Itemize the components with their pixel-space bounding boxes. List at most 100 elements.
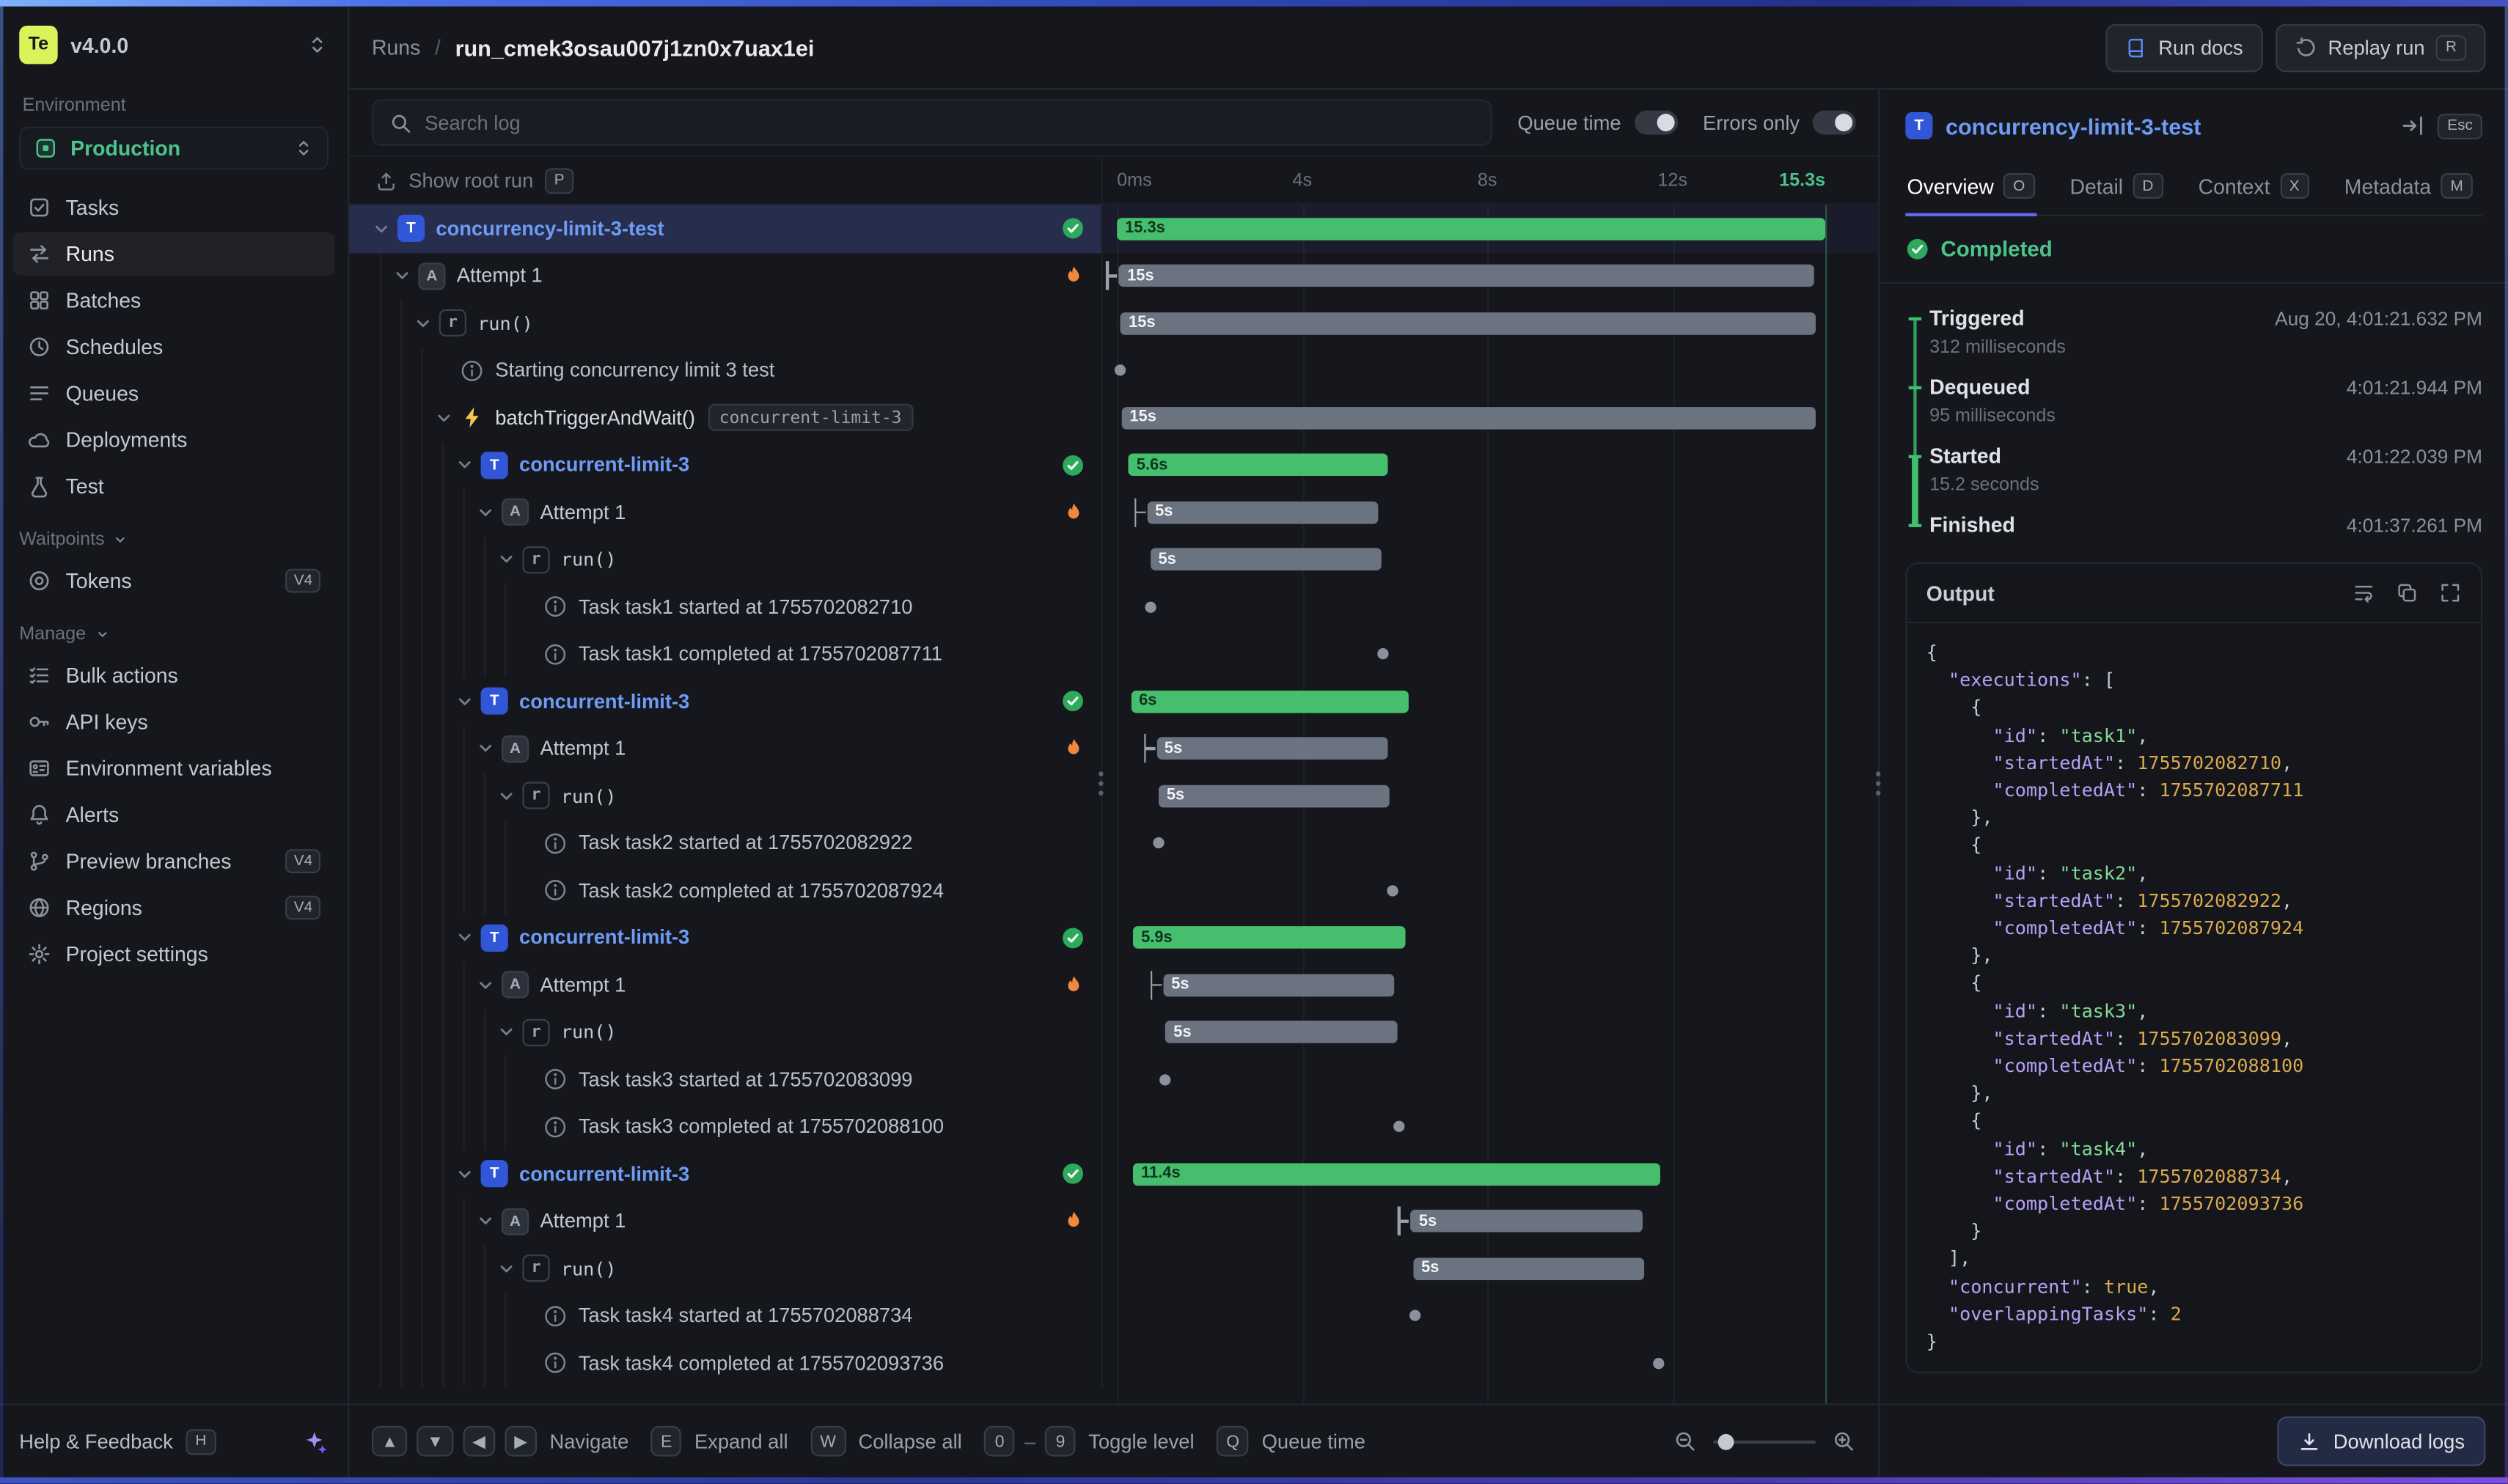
chevron-down-icon[interactable] [473, 499, 499, 525]
span-bar[interactable]: 5s [1413, 1257, 1645, 1280]
trace-row[interactable]: AAttempt 1 5s [349, 1198, 1878, 1245]
run-docs-button[interactable]: Run docs [2105, 23, 2262, 72]
span-bar[interactable]: 5s [1147, 501, 1379, 524]
output-json[interactable]: { "executions": [ { "id": "task1", "star… [1907, 623, 2481, 1372]
trace-row[interactable]: Task task1 completed at 1755702087711 [349, 631, 1878, 677]
trace-row[interactable]: Tconcurrent-limit-3 6s [349, 677, 1878, 724]
chevron-down-icon[interactable] [494, 1256, 519, 1282]
zoom-in-icon[interactable] [1832, 1429, 1856, 1453]
down-arrow-key[interactable]: ▼ [417, 1426, 453, 1457]
resize-handle-inspector[interactable] [1869, 765, 1887, 801]
chevron-down-icon[interactable] [452, 1161, 477, 1187]
resize-handle-tree[interactable] [1092, 765, 1110, 801]
span-bar[interactable]: 5s [1163, 974, 1395, 996]
sidebar-item-regions[interactable]: Regions V4 [12, 886, 334, 929]
trace-row[interactable]: AAttempt 1 5s [349, 489, 1878, 536]
sidebar-item-tasks[interactable]: Tasks [12, 186, 334, 229]
span-bar[interactable]: 15.3s [1117, 218, 1825, 240]
chevron-down-icon[interactable] [494, 783, 519, 809]
chevron-down-icon[interactable] [452, 688, 477, 714]
breadcrumb-runs[interactable]: Runs [372, 35, 420, 59]
span-bar[interactable]: 5s [1159, 785, 1390, 807]
trace-row[interactable]: Task task3 completed at 1755702088100 [349, 1103, 1878, 1150]
sparkle-icon[interactable] [303, 1428, 329, 1454]
span-bar[interactable]: 15s [1121, 312, 1815, 335]
sidebar-item-deployments[interactable]: Deployments [12, 418, 334, 461]
download-logs-button[interactable]: Download logs [2277, 1417, 2485, 1466]
environment-selector[interactable]: Production [19, 127, 329, 170]
trace-row[interactable]: Task task4 completed at 1755702093736 [349, 1340, 1878, 1386]
trace-row[interactable]: rrun() 5s [349, 536, 1878, 583]
chevron-down-icon[interactable] [494, 547, 519, 573]
sidebar-item-api-keys[interactable]: API keys [12, 700, 334, 743]
sidebar-item-test[interactable]: Test [12, 465, 334, 508]
replay-run-button[interactable]: Replay run R [2275, 23, 2485, 72]
sidebar-item-preview-branches[interactable]: Preview branches V4 [12, 840, 334, 883]
trace-row[interactable]: Task task2 started at 1755702082922 [349, 820, 1878, 867]
trace-row[interactable]: rrun() 15s [349, 300, 1878, 347]
left-arrow-key[interactable]: ◀ [463, 1426, 495, 1457]
chevron-down-icon[interactable] [473, 1208, 499, 1234]
trace-row[interactable]: rrun() 5s [349, 1245, 1878, 1292]
expand-icon[interactable] [2439, 581, 2462, 604]
span-bar[interactable]: 5s [1411, 1210, 1643, 1233]
collapse-all-key[interactable]: W [810, 1426, 846, 1457]
span-bar[interactable]: 11.4s [1133, 1163, 1661, 1186]
span-bar[interactable]: 15s [1119, 265, 1814, 287]
sidebar-item-tokens[interactable]: Tokens V4 [12, 559, 334, 603]
trace-row[interactable]: rrun() 5s [349, 1009, 1878, 1056]
span-bar[interactable]: 5s [1156, 738, 1388, 760]
up-arrow-key[interactable]: ▲ [372, 1426, 408, 1457]
sidebar-item-environment-variables[interactable]: Environment variables [12, 746, 334, 790]
sidebar-item-schedules[interactable]: Schedules [12, 326, 334, 369]
org-switcher[interactable]: Te v4.0.0 [0, 7, 348, 84]
span-bar[interactable]: 5s [1151, 548, 1382, 571]
chevron-down-icon[interactable] [369, 216, 395, 241]
queue-time-key[interactable]: Q [1217, 1426, 1249, 1457]
trace-row[interactable]: Tconcurrency-limit-3-test 15.3s [349, 205, 1878, 252]
chevron-updown-icon[interactable] [306, 34, 329, 56]
sidebar-item-runs[interactable]: Runs [12, 232, 334, 276]
help-feedback[interactable]: Help & Feedback [19, 1430, 173, 1452]
tab-detail[interactable]: DetailD [2068, 161, 2164, 216]
text-wrap-icon[interactable] [2353, 581, 2375, 604]
section-manage[interactable]: Manage [0, 603, 348, 647]
tab-context[interactable]: ContextX [2196, 161, 2310, 216]
expand-all-key[interactable]: E [651, 1426, 682, 1457]
trace-row[interactable]: Tconcurrent-limit-3 5.9s [349, 914, 1878, 961]
trace-row[interactable]: Tconcurrent-limit-3 11.4s [349, 1150, 1878, 1197]
copy-icon[interactable] [2396, 581, 2419, 604]
section-waitpoints[interactable]: Waitpoints [0, 508, 348, 553]
span-bar[interactable]: 6s [1131, 690, 1409, 713]
trace-row[interactable]: Task task1 started at 1755702082710 [349, 583, 1878, 630]
toggle-level-key-0[interactable]: 0 [984, 1426, 1015, 1457]
trace-row[interactable]: Task task2 completed at 1755702087924 [349, 867, 1878, 914]
span-bar[interactable]: 5.9s [1133, 927, 1406, 949]
trace-row[interactable]: batchTriggerAndWait()concurrent-limit-3 … [349, 394, 1878, 441]
trace-row[interactable]: AAttempt 1 5s [349, 725, 1878, 772]
show-root-run-button[interactable]: Show root run P [365, 166, 584, 194]
trace-row[interactable]: AAttempt 1 5s [349, 961, 1878, 1008]
right-arrow-key[interactable]: ▶ [505, 1426, 537, 1457]
close-panel-icon[interactable] [2401, 114, 2425, 138]
chevron-down-icon[interactable] [452, 925, 477, 950]
zoom-slider[interactable] [1713, 1439, 1816, 1442]
span-bar[interactable]: 5.6s [1129, 454, 1388, 477]
zoom-knob[interactable] [1718, 1433, 1734, 1450]
sidebar-item-project-settings[interactable]: Project settings [12, 933, 334, 976]
sidebar-item-batches[interactable]: Batches [12, 279, 334, 322]
span-bar[interactable]: 5s [1165, 1021, 1397, 1044]
chevron-down-icon[interactable] [473, 972, 499, 998]
chevron-down-icon[interactable] [410, 310, 436, 336]
trace-row[interactable]: Task task3 started at 1755702083099 [349, 1056, 1878, 1103]
trace-row[interactable]: Starting concurrency limit 3 test [349, 347, 1878, 394]
chevron-down-icon[interactable] [494, 1019, 519, 1045]
span-bar[interactable]: 15s [1121, 407, 1816, 430]
chevron-down-icon[interactable] [473, 736, 499, 762]
sidebar-item-bulk-actions[interactable]: Bulk actions [12, 654, 334, 697]
tab-overview[interactable]: OverviewO [1905, 161, 2036, 216]
chevron-down-icon[interactable] [389, 263, 415, 289]
chevron-down-icon[interactable] [431, 405, 457, 430]
queue-time-toggle[interactable] [1634, 111, 1677, 135]
trace-row[interactable]: Task task4 started at 1755702088734 [349, 1292, 1878, 1339]
